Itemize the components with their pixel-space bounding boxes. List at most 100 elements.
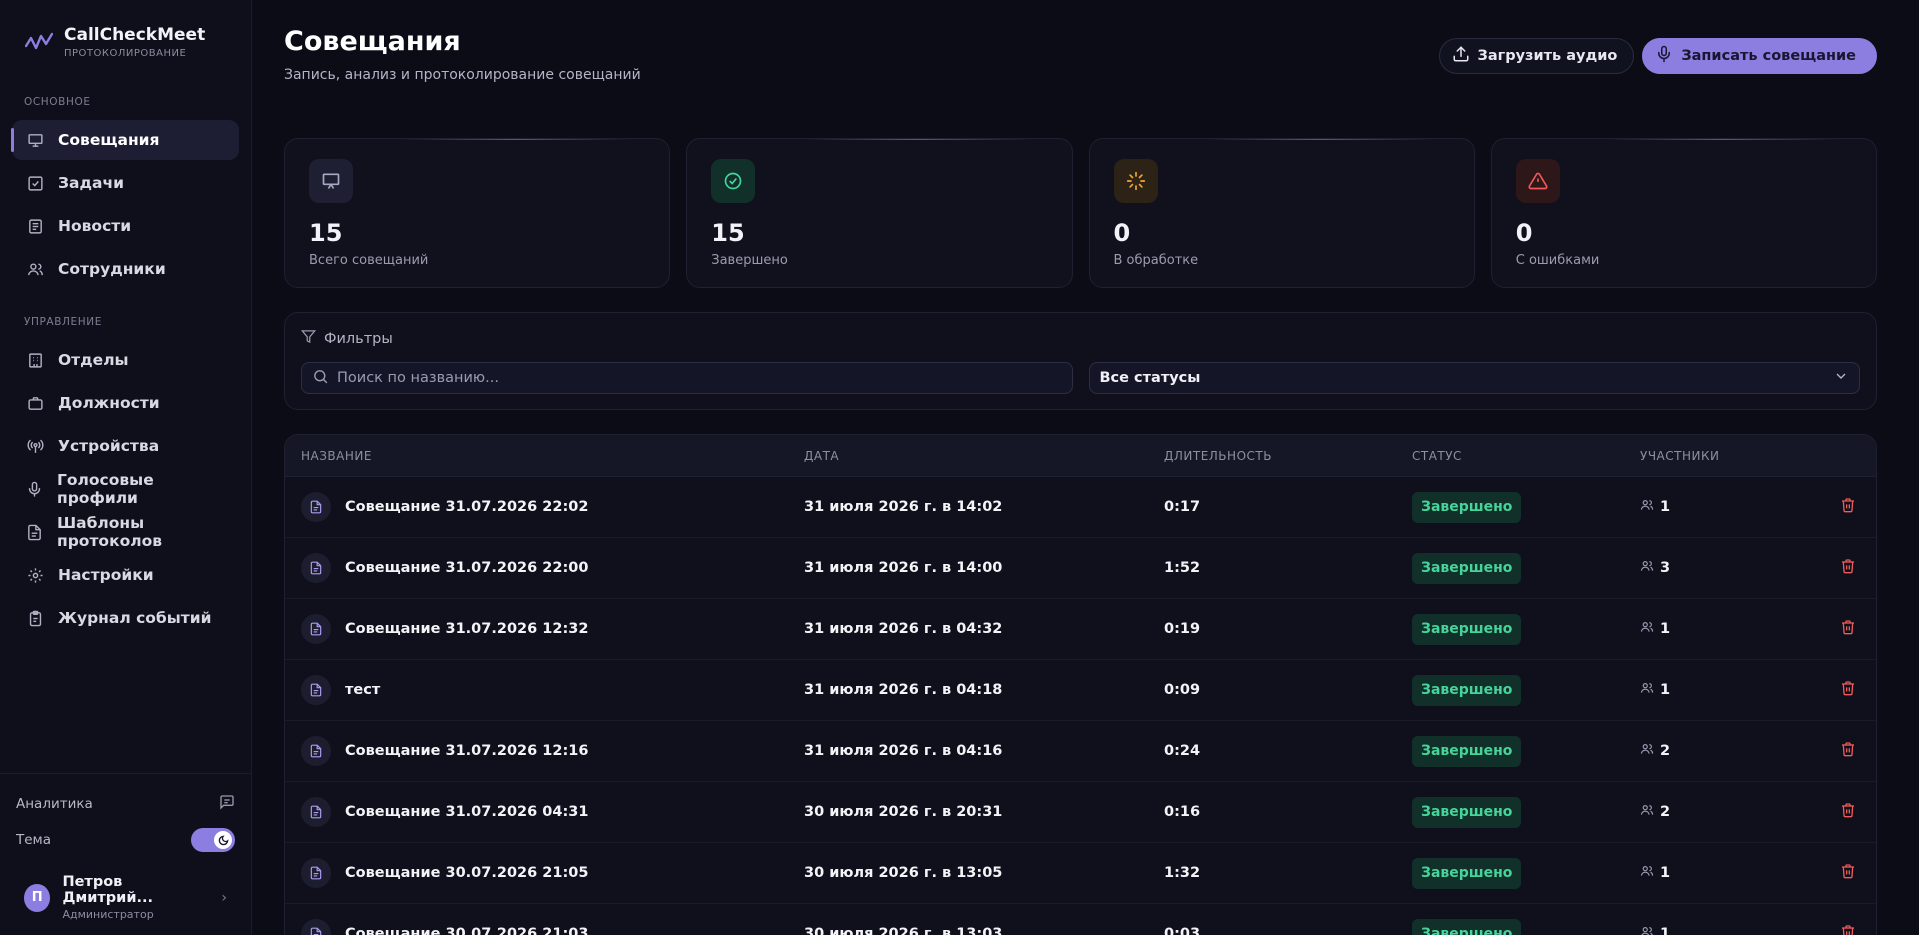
table-row[interactable]: Совещание 31.07.2026 22:02 31 июля 2026 г… bbox=[285, 477, 1876, 538]
file-icon bbox=[301, 919, 331, 935]
meeting-name[interactable]: Совещание 31.07.2026 12:32 bbox=[345, 621, 588, 637]
delete-button[interactable] bbox=[1836, 741, 1860, 761]
table-row[interactable]: Совещание 31.07.2026 22:00 31 июля 2026 г… bbox=[285, 538, 1876, 599]
mic-icon bbox=[26, 480, 43, 498]
sidebar-item-building[interactable]: Отделы bbox=[12, 340, 239, 380]
sidebar-item-monitor[interactable]: Совещания bbox=[11, 120, 239, 160]
table-row[interactable]: Совещание 30.07.2026 21:03 30 июля 2026 г… bbox=[285, 904, 1876, 935]
checkbox-icon bbox=[26, 174, 44, 192]
delete-button[interactable] bbox=[1836, 802, 1860, 822]
sidebar-item-briefcase[interactable]: Должности bbox=[12, 383, 239, 423]
main-content: Совещания Запись, анализ и протоколирова… bbox=[252, 0, 1919, 935]
sidebar-item-file-text[interactable]: Шаблоны протоколов bbox=[12, 512, 239, 552]
upload-audio-button[interactable]: Загрузить аудио bbox=[1438, 38, 1635, 74]
file-icon bbox=[301, 797, 331, 827]
file-icon bbox=[301, 553, 331, 583]
table-row[interactable]: Совещание 31.07.2026 12:16 31 июля 2026 г… bbox=[285, 721, 1876, 782]
status-badge: Завершено bbox=[1412, 552, 1522, 584]
meeting-name[interactable]: Совещание 30.07.2026 21:05 bbox=[345, 865, 588, 881]
status-select[interactable]: Все статусы bbox=[1088, 362, 1860, 394]
search-box[interactable] bbox=[301, 362, 1073, 394]
filters-header: Фильтры bbox=[300, 329, 1860, 348]
meeting-name[interactable]: Совещание 31.07.2026 22:00 bbox=[345, 560, 588, 576]
alert-triangle-icon bbox=[1515, 159, 1560, 203]
trash-icon bbox=[1840, 802, 1856, 822]
sidebar-item-gear[interactable]: Настройки bbox=[12, 555, 239, 595]
header-actions: Загрузить аудио Записать совещание bbox=[1438, 38, 1877, 74]
sidebar-item-radio[interactable]: Устройства bbox=[12, 426, 239, 466]
stats-row: 15 Всего совещаний 15 Завершено 0 В обработке… bbox=[284, 138, 1877, 288]
stat-label: Завершено bbox=[711, 253, 788, 268]
meeting-name[interactable]: Совещание 30.07.2026 21:03 bbox=[345, 926, 588, 935]
meeting-date: 30 июля 2026 г. в 20:31 bbox=[804, 804, 1003, 820]
delete-button[interactable] bbox=[1836, 619, 1860, 639]
sidebar-item-newspaper[interactable]: Новости bbox=[12, 206, 239, 246]
status-badge: Завершено bbox=[1412, 674, 1522, 706]
delete-button[interactable] bbox=[1836, 558, 1860, 578]
table-row[interactable]: тест 31 июля 2026 г. в 04:18 0:09 Завершено… bbox=[285, 660, 1876, 721]
sidebar-item-checkbox[interactable]: Задачи bbox=[12, 163, 239, 203]
table-header: НАЗВАНИЕ ДАТА ДЛИТЕЛЬНОСТЬ СТАТУС УЧАСТН… bbox=[285, 435, 1876, 477]
table-row[interactable]: Совещание 31.07.2026 12:32 31 июля 2026 г… bbox=[285, 599, 1876, 660]
sidebar-item-label: Отделы bbox=[58, 351, 129, 369]
meeting-date: 31 июля 2026 г. в 14:00 bbox=[804, 560, 1003, 576]
brand[interactable]: CallCheckMeet ПРОТОКОЛИРОВАНИЕ bbox=[0, 0, 251, 64]
meeting-name[interactable]: Совещание 31.07.2026 12:16 bbox=[345, 743, 588, 759]
trash-icon bbox=[1840, 741, 1856, 761]
delete-button[interactable] bbox=[1836, 497, 1860, 517]
sidebar-item-clipboard[interactable]: Журнал событий bbox=[12, 598, 239, 638]
search-icon bbox=[312, 368, 329, 389]
users-icon bbox=[26, 260, 44, 278]
column-header-duration: ДЛИТЕЛЬНОСТЬ bbox=[1164, 448, 1272, 463]
clipboard-icon bbox=[26, 609, 44, 627]
page-title: Совещания bbox=[284, 26, 461, 57]
meeting-name[interactable]: Совещание 31.07.2026 22:02 bbox=[345, 499, 588, 515]
sidebar-footer: Аналитика Тема П Петров Дмитрий... Админ… bbox=[0, 773, 251, 935]
delete-button[interactable] bbox=[1836, 924, 1860, 935]
table-row[interactable]: Совещание 30.07.2026 21:05 30 июля 2026 г… bbox=[285, 843, 1876, 904]
theme-label: Тема bbox=[16, 832, 52, 848]
sidebar-item-label: Устройства bbox=[58, 437, 160, 455]
stat-card: 0 В обработке bbox=[1088, 138, 1475, 288]
participants-count: 1 bbox=[1660, 865, 1671, 881]
meeting-date: 31 июля 2026 г. в 04:16 bbox=[804, 743, 1003, 759]
stat-label: В обработке bbox=[1113, 253, 1199, 268]
meeting-duration: 0:24 bbox=[1164, 743, 1201, 759]
upload-audio-label: Загрузить аудио bbox=[1477, 48, 1618, 64]
stat-value: 0 bbox=[1515, 219, 1533, 247]
meeting-date: 31 июля 2026 г. в 04:18 bbox=[804, 682, 1003, 698]
meeting-name[interactable]: Совещание 31.07.2026 04:31 bbox=[345, 804, 588, 820]
meeting-name[interactable]: тест bbox=[345, 682, 380, 698]
sidebar-item-label: Сотрудники bbox=[58, 260, 166, 278]
participants-count: 1 bbox=[1660, 926, 1671, 935]
mic-icon bbox=[1655, 45, 1673, 67]
status-badge: Завершено bbox=[1412, 735, 1522, 767]
building-icon bbox=[26, 351, 44, 369]
meeting-date: 31 июля 2026 г. в 04:32 bbox=[804, 621, 1003, 637]
loader-icon bbox=[1113, 159, 1158, 203]
sidebar-item-label: Новости bbox=[58, 217, 132, 235]
table-row[interactable]: Совещание 31.07.2026 04:31 30 июля 2026 г… bbox=[285, 782, 1876, 843]
sidebar: CallCheckMeet ПРОТОКОЛИРОВАНИЕ ОСНОВНОЕ … bbox=[0, 0, 252, 935]
nav-main: Совещания Задачи Новости Сотрудники bbox=[0, 120, 251, 292]
delete-button[interactable] bbox=[1836, 680, 1860, 700]
sidebar-item-users[interactable]: Сотрудники bbox=[12, 249, 239, 289]
record-meeting-button[interactable]: Записать совещание bbox=[1642, 38, 1877, 74]
meeting-date: 31 июля 2026 г. в 14:02 bbox=[804, 499, 1003, 515]
user-profile[interactable]: П Петров Дмитрий... Администратор › bbox=[16, 870, 235, 925]
logo-wave-icon bbox=[24, 27, 54, 57]
sidebar-item-mic[interactable]: Голосовые профили bbox=[12, 469, 239, 509]
column-header-participants: УЧАСТНИКИ bbox=[1640, 448, 1720, 463]
trash-icon bbox=[1840, 924, 1856, 935]
delete-button[interactable] bbox=[1836, 863, 1860, 883]
file-icon bbox=[301, 492, 331, 522]
stat-card: 0 С ошибками bbox=[1490, 138, 1877, 288]
chat-icon[interactable] bbox=[219, 794, 235, 814]
record-meeting-label: Записать совещание bbox=[1681, 48, 1856, 64]
analytics-row[interactable]: Аналитика bbox=[16, 786, 235, 822]
theme-toggle[interactable] bbox=[191, 828, 235, 852]
sidebar-item-label: Задачи bbox=[58, 174, 124, 192]
sidebar-item-label: Должности bbox=[58, 394, 160, 412]
search-input[interactable] bbox=[337, 370, 1062, 386]
trash-icon bbox=[1840, 497, 1856, 517]
